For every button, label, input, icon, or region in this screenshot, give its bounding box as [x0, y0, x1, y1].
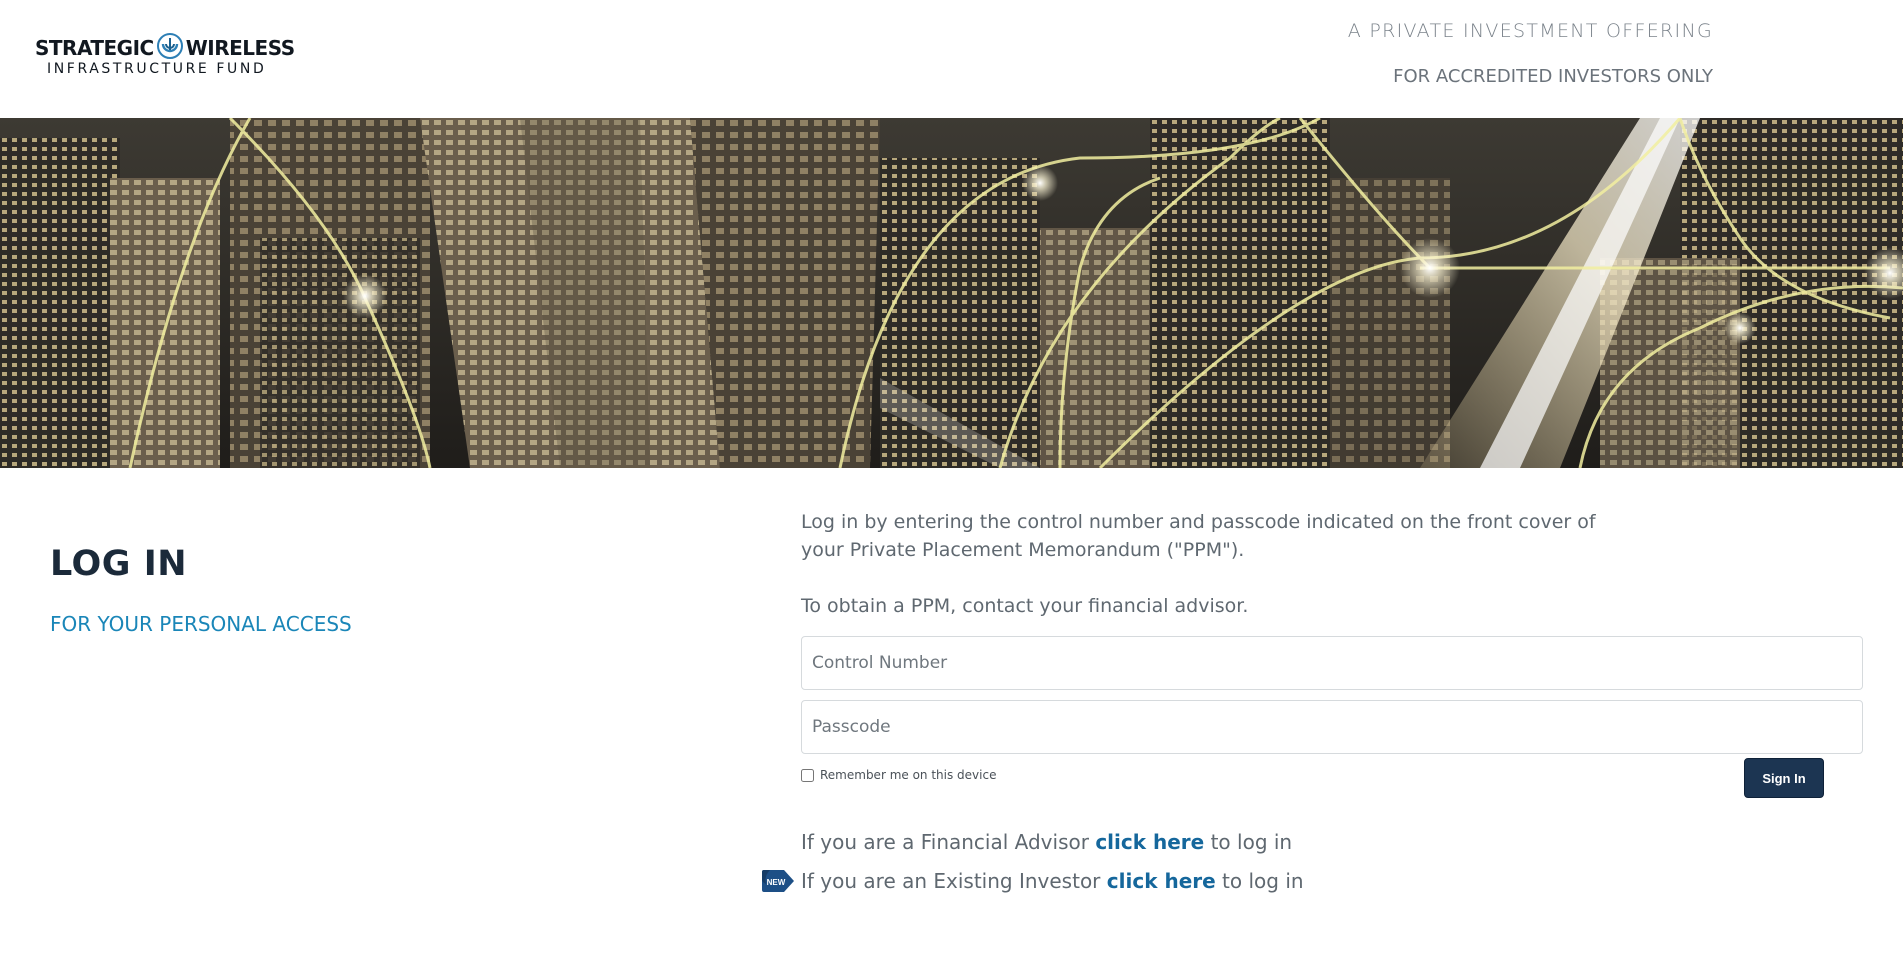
logo-wordmark: STRATEGIC WIRELESS: [35, 33, 295, 61]
new-badge-text: NEW: [767, 878, 786, 887]
control-number-input[interactable]: [801, 636, 1863, 690]
advisor-login-line: If you are a Financial Advisor click her…: [801, 830, 1292, 854]
login-instructions: Log in by entering the control number an…: [801, 508, 1601, 620]
page-title: LOG IN: [50, 544, 188, 584]
remember-me-checkbox[interactable]: [801, 768, 814, 782]
investor-login-suffix: to log in: [1222, 869, 1304, 893]
remember-me[interactable]: Remember me on this device: [801, 768, 996, 782]
new-badge-icon: NEW: [760, 868, 796, 894]
sign-in-button[interactable]: Sign In: [1744, 758, 1824, 798]
advisor-login-link[interactable]: click here: [1095, 830, 1204, 854]
investor-login-prefix: If you are an Existing Investor: [801, 869, 1101, 893]
city-network-photo: [0, 118, 1903, 468]
advisor-login-prefix: If you are a Financial Advisor: [801, 830, 1089, 854]
accredited-tagline: FOR ACCREDITED INVESTORS ONLY: [1393, 66, 1713, 87]
remember-me-label: Remember me on this device: [820, 768, 997, 782]
investor-login-line: If you are an Existing Investor click he…: [801, 869, 1304, 893]
fund-logo[interactable]: STRATEGIC WIRELESS INFRASTRUCTURE FUND: [35, 33, 295, 80]
investor-login-link[interactable]: click here: [1107, 869, 1216, 893]
logo-subtitle: INFRASTRUCTURE FUND: [47, 61, 267, 77]
instructions-paragraph: Log in by entering the control number an…: [801, 511, 1596, 561]
ppm-contact-paragraph: To obtain a PPM, contact your financial …: [801, 595, 1249, 617]
wireless-signal-icon: [156, 33, 183, 59]
logo-word-wireless: WIRELESS: [185, 36, 295, 60]
hero-banner: [0, 118, 1903, 468]
page-subtitle: FOR YOUR PERSONAL ACCESS: [50, 612, 352, 636]
advisor-login-suffix: to log in: [1210, 830, 1293, 854]
offering-tagline: A PRIVATE INVESTMENT OFFERING: [1347, 20, 1713, 42]
site-header: STRATEGIC WIRELESS INFRASTRUCTURE FUND A…: [0, 0, 1903, 118]
logo-word-strategic: STRATEGIC: [35, 36, 154, 60]
passcode-input[interactable]: [801, 700, 1863, 754]
